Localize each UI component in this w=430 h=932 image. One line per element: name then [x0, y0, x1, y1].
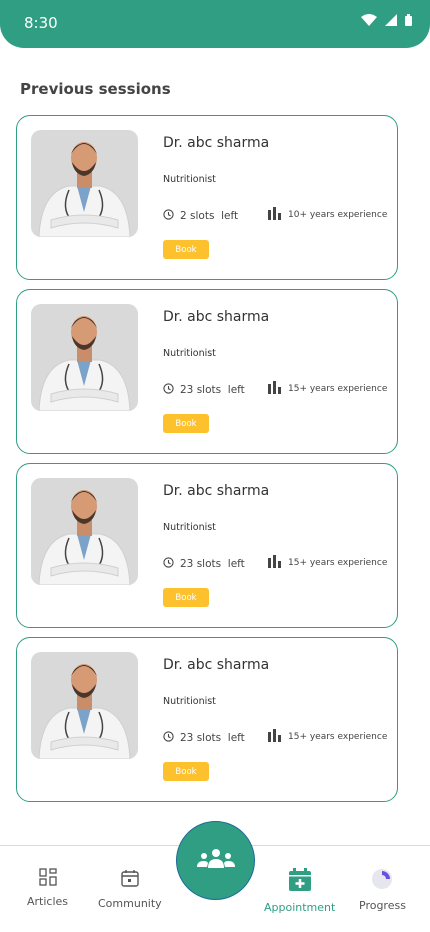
status-icons	[361, 14, 412, 26]
experience-info: 10+ years experience	[268, 207, 387, 223]
experience-text: 15+ years experience	[288, 384, 388, 394]
clock-icon	[163, 383, 174, 397]
status-time: 8:30	[24, 14, 58, 32]
book-button[interactable]: Book	[163, 762, 209, 781]
book-button[interactable]: Book	[163, 588, 209, 607]
bar-chart-icon	[268, 555, 283, 571]
doctor-photo	[31, 304, 138, 411]
slots-text: 23 slots left	[180, 732, 245, 744]
doctor-role: Nutritionist	[163, 522, 216, 533]
slots-text: 2 slots left	[180, 210, 239, 222]
session-card[interactable]: Dr. abc sharma Nutritionist 23 slots lef…	[16, 463, 398, 628]
group-icon	[196, 848, 236, 874]
clock-icon	[163, 731, 174, 745]
doctor-role: Nutritionist	[163, 174, 216, 185]
nav-item-progress[interactable]: Progress	[359, 868, 406, 912]
doctor-name: Dr. abc sharma	[163, 309, 270, 325]
experience-text: 15+ years experience	[288, 558, 388, 568]
experience-info: 15+ years experience	[268, 555, 387, 571]
doctor-photo	[31, 478, 138, 585]
doctor-photo	[31, 130, 138, 237]
nav-item-appointment[interactable]: Appointment	[264, 868, 335, 914]
battery-icon	[405, 14, 412, 26]
grid-icon	[38, 868, 57, 889]
doctor-photo	[31, 652, 138, 759]
doctor-role: Nutritionist	[163, 348, 216, 359]
nav-label: Articles	[27, 895, 69, 908]
experience-info: 15+ years experience	[268, 381, 387, 397]
slots-info: 2 slots left	[163, 209, 238, 223]
experience-text: 10+ years experience	[288, 210, 388, 220]
slots-info: 23 slots left	[163, 557, 245, 571]
clock-icon	[163, 209, 174, 223]
section-title: Previous sessions	[20, 80, 171, 98]
wifi-icon	[361, 14, 377, 26]
pie-chart-icon	[371, 868, 393, 893]
signal-icon	[385, 14, 397, 26]
community-fab-button[interactable]	[176, 821, 255, 900]
bar-chart-icon	[268, 381, 283, 397]
experience-info: 15+ years experience	[268, 729, 387, 745]
doctor-name: Dr. abc sharma	[163, 135, 270, 151]
session-card[interactable]: Dr. abc sharma Nutritionist 2 slots left…	[16, 115, 398, 280]
calendar-plus-icon	[288, 868, 312, 895]
experience-text: 15+ years experience	[288, 732, 388, 742]
book-button[interactable]: Book	[163, 414, 209, 433]
slots-info: 23 slots left	[163, 731, 245, 745]
slots-text: 23 slots left	[180, 384, 245, 396]
doctor-name: Dr. abc sharma	[163, 483, 270, 499]
bar-chart-icon	[268, 207, 283, 223]
book-button[interactable]: Book	[163, 240, 209, 259]
bar-chart-icon	[268, 729, 283, 745]
nav-label: Community	[98, 897, 162, 910]
nav-label: Progress	[359, 899, 406, 912]
nav-item-articles[interactable]: Articles	[27, 868, 68, 908]
calendar-icon	[120, 868, 140, 891]
session-card[interactable]: Dr. abc sharma Nutritionist 23 slots lef…	[16, 289, 398, 454]
slots-text: 23 slots left	[180, 558, 245, 570]
session-card[interactable]: Dr. abc sharma Nutritionist 23 slots lef…	[16, 637, 398, 802]
nav-item-community[interactable]: Community	[98, 868, 162, 910]
doctor-role: Nutritionist	[163, 696, 216, 707]
slots-info: 23 slots left	[163, 383, 245, 397]
nav-label: Appointment	[264, 901, 336, 914]
doctor-name: Dr. abc sharma	[163, 657, 270, 673]
status-bar: 8:30	[0, 0, 430, 48]
clock-icon	[163, 557, 174, 571]
